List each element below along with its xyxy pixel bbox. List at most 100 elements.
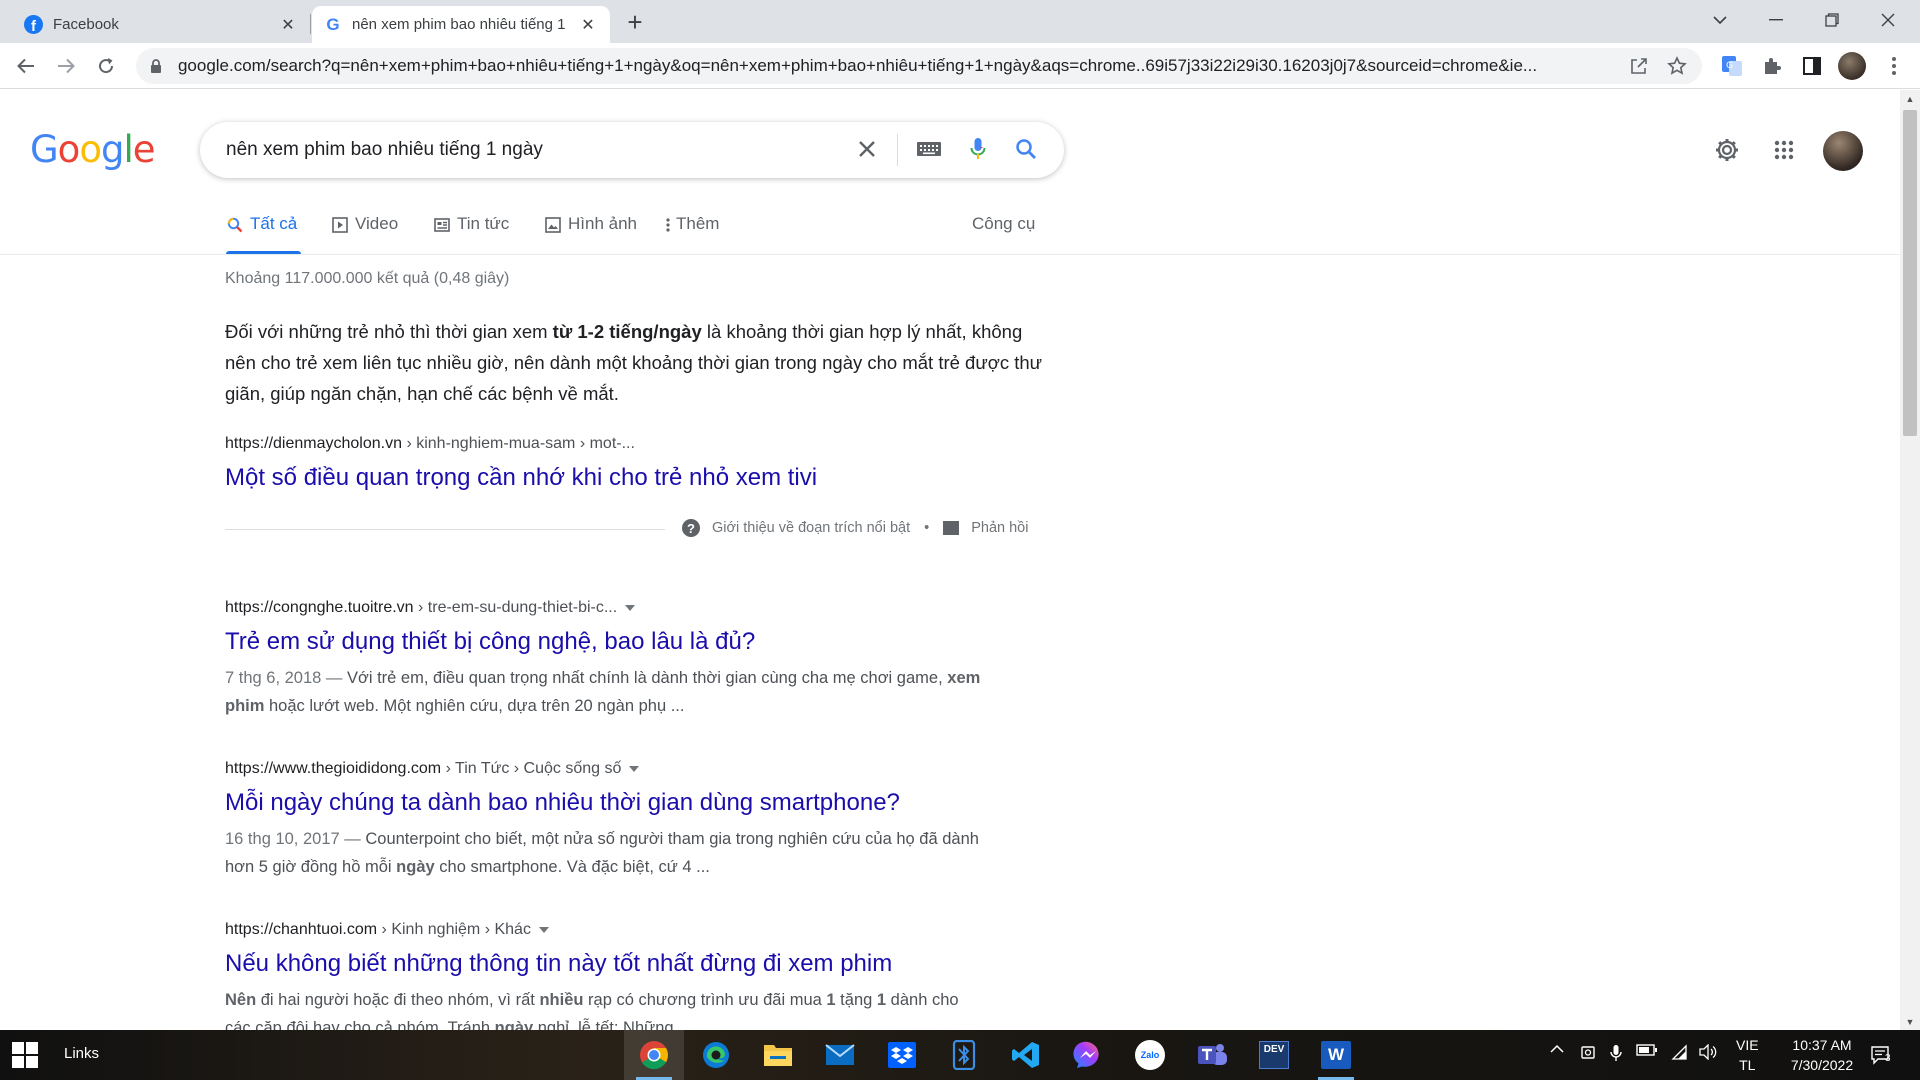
search-submit-icon[interactable]	[1010, 133, 1042, 165]
tab-label: Video	[355, 214, 399, 233]
profile-avatar[interactable]	[1838, 52, 1866, 80]
tab-divider	[310, 14, 311, 34]
result-cite[interactable]: https://www.thegioididong.com › Tin Tức …	[225, 760, 640, 778]
tab-label: Tất cả	[250, 214, 298, 233]
side-panel-icon[interactable]	[1798, 52, 1826, 80]
tab-label: Thêm	[676, 214, 720, 233]
share-icon[interactable]	[1626, 53, 1652, 79]
new-tab-button[interactable]: +	[620, 7, 650, 37]
zalo-icon[interactable]: Zalo	[1120, 1030, 1180, 1080]
cite-domain: https://dienmaycholon.vn	[225, 435, 402, 452]
scroll-down-arrow-icon[interactable]: ▼	[1900, 1013, 1920, 1030]
result-title[interactable]: Nếu không biết những thông tin này tốt n…	[225, 950, 892, 978]
restore-button[interactable]	[1804, 0, 1860, 40]
address-bar[interactable]: google.com/search?q=nên+xem+phim+bao+nhi…	[136, 48, 1702, 84]
mail-icon[interactable]	[810, 1030, 870, 1080]
page-scrollbar[interactable]: ▲ ▼	[1900, 90, 1920, 1030]
about-snippet-link[interactable]: Giới thiệu về đoạn trích nổi bật	[712, 520, 910, 536]
result-cite[interactable]: https://chanhtuoi.com › Kinh nghiệm › Kh…	[225, 921, 549, 939]
result-date: 7 thg 6, 2018 —	[225, 669, 348, 687]
reload-button[interactable]	[90, 50, 122, 82]
search-divider	[897, 134, 898, 166]
google-translate-icon[interactable]: G	[1718, 52, 1746, 80]
settings-gear-icon[interactable]	[1709, 132, 1745, 168]
close-window-button[interactable]	[1860, 0, 1916, 40]
minimize-button[interactable]	[1748, 0, 1804, 40]
system-clock[interactable]: 10:37 AM 7/30/2022	[1772, 1035, 1872, 1075]
forward-button[interactable]	[50, 50, 82, 82]
featured-result-title[interactable]: Một số điều quan trọng cần nhớ khi cho t…	[225, 464, 817, 492]
close-tab-icon[interactable]: ✕	[578, 15, 598, 35]
more-vert-icon	[664, 216, 672, 234]
search-input[interactable]	[226, 139, 836, 161]
wifi-icon[interactable]	[1668, 1044, 1688, 1060]
snippet-divider	[225, 529, 665, 530]
apps-grid-icon[interactable]	[1766, 132, 1802, 168]
result-cite[interactable]: https://congnghe.tuoitre.vn › tre-em-su-…	[225, 599, 636, 617]
bluetooth-app-icon[interactable]	[934, 1030, 994, 1080]
result-stats: Khoảng 117.000.000 kết quả (0,48 giây)	[225, 270, 510, 287]
vscode-icon[interactable]	[996, 1030, 1056, 1080]
tab-google-search[interactable]: G nên xem phim bao nhiêu tiếng 1 ✕	[312, 6, 610, 43]
tab-facebook[interactable]: f Facebook ✕	[12, 6, 310, 43]
logo-letter: l	[123, 128, 133, 171]
tab-more[interactable]: Thêm	[664, 214, 719, 254]
chrome-menu-icon[interactable]	[1880, 52, 1908, 80]
cite-breadcrumb: › Tin Tức › Cuộc sống số	[441, 760, 622, 777]
file-explorer-icon[interactable]	[748, 1030, 808, 1080]
tab-video[interactable]: Video	[331, 214, 398, 254]
scrollbar-thumb[interactable]	[1903, 110, 1917, 436]
microphone-tray-icon[interactable]	[1610, 1044, 1622, 1062]
devc-icon[interactable]: DEV	[1244, 1030, 1304, 1080]
clear-icon[interactable]	[1051, 134, 1083, 166]
desc-text: Với trẻ em, điều quan trọng nhất chính l…	[347, 669, 948, 687]
result-title[interactable]: Trẻ em sử dụng thiết bị công nghệ, bao l…	[225, 628, 755, 656]
battery-icon[interactable]	[1636, 1044, 1658, 1056]
tools-label: Công cụ	[972, 214, 1036, 233]
url-text[interactable]: google.com/search?q=nên+xem+phim+bao+nhi…	[178, 56, 1614, 76]
volume-icon[interactable]	[1698, 1044, 1718, 1060]
bookmark-star-icon[interactable]	[1664, 53, 1690, 79]
input-language[interactable]: VIE TL	[1736, 1035, 1759, 1075]
desc-text: đi hai người hoặc đi theo nhóm, vì rất	[256, 991, 540, 1009]
keyboard-icon[interactable]	[913, 133, 945, 165]
result-menu-arrow-icon[interactable]	[625, 604, 636, 611]
links-toolbar[interactable]: Links	[64, 1045, 99, 1062]
teams-icon[interactable]	[1182, 1030, 1242, 1080]
tools-button[interactable]: Công cụ	[972, 214, 1035, 254]
windows-start-icon[interactable]	[12, 1042, 38, 1068]
featured-cite[interactable]: https://dienmaycholon.vn › kinh-nghiem-m…	[225, 435, 635, 453]
close-tab-icon[interactable]: ✕	[278, 15, 298, 35]
tab-search-icon[interactable]	[1692, 0, 1748, 40]
cite-domain: https://www.thegioididong.com	[225, 760, 442, 777]
result-title[interactable]: Mỗi ngày chúng ta dành bao nhiêu thời gi…	[225, 789, 900, 817]
back-button[interactable]	[10, 50, 42, 82]
logo-letter: G	[30, 128, 59, 171]
feedback-link[interactable]: Phản hồi	[971, 520, 1028, 536]
clear-search-icon[interactable]	[851, 133, 883, 165]
extensions-puzzle-icon[interactable]	[1758, 52, 1786, 80]
notification-center-icon[interactable]: 3	[1866, 1042, 1896, 1068]
cite-breadcrumb: › kinh-nghiem-mua-sam › mot-...	[402, 435, 635, 452]
result-description: 16 thg 10, 2017 — Counterpoint cho biết,…	[225, 825, 985, 881]
show-hidden-icons-icon[interactable]	[1550, 1044, 1564, 1053]
dropbox-icon[interactable]	[872, 1030, 932, 1080]
tab-news[interactable]: Tin tức	[433, 214, 509, 254]
google-logo[interactable]: Google	[30, 128, 155, 171]
desc-bold: 1	[826, 991, 836, 1009]
lock-icon[interactable]	[148, 58, 164, 74]
desc-bold: 1	[876, 991, 887, 1009]
facebook-icon: f	[24, 15, 43, 34]
result-menu-arrow-icon[interactable]	[629, 765, 640, 772]
edge-icon[interactable]	[686, 1030, 746, 1080]
tab-all[interactable]: Tất cả	[226, 214, 301, 254]
result-menu-arrow-icon[interactable]	[538, 926, 549, 933]
microphone-icon[interactable]	[962, 133, 994, 165]
scroll-up-arrow-icon[interactable]: ▲	[1900, 90, 1920, 107]
camera-tray-icon[interactable]	[1580, 1044, 1596, 1060]
word-icon[interactable]: W	[1306, 1030, 1366, 1080]
chrome-icon[interactable]	[624, 1030, 684, 1080]
tab-images[interactable]: Hình ảnh	[544, 214, 637, 254]
messenger-icon[interactable]	[1058, 1030, 1118, 1080]
google-account-avatar[interactable]	[1823, 131, 1863, 171]
